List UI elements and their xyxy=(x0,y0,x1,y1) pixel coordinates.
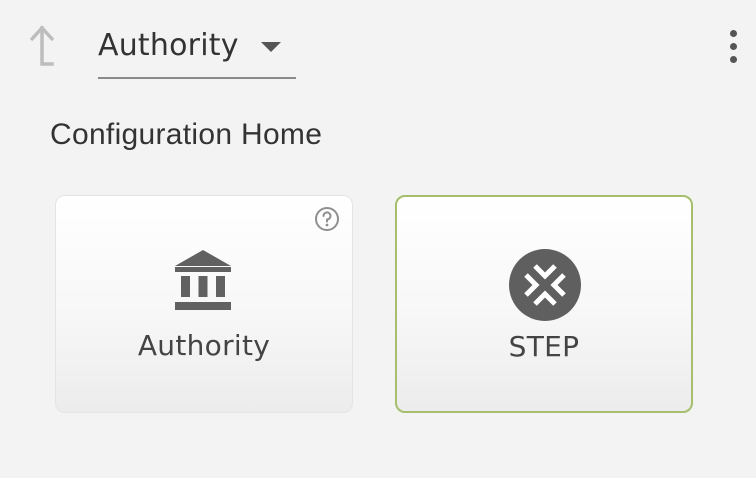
chevron-down-icon xyxy=(261,42,281,52)
help-circle-icon[interactable] xyxy=(314,206,340,232)
up-button[interactable] xyxy=(22,24,62,72)
tile-authority[interactable]: Authority xyxy=(55,195,353,413)
tile-step[interactable]: STEP xyxy=(395,195,693,413)
page-title: Configuration Home xyxy=(50,118,323,151)
tile-label: Authority xyxy=(137,329,271,362)
institution-icon xyxy=(175,250,231,310)
selector-value: Authority xyxy=(98,28,239,63)
app: Authority Configuration Home Authority S… xyxy=(0,0,756,478)
step-logo-icon xyxy=(509,249,581,321)
tile-label: STEP xyxy=(508,330,580,363)
arrow-up-icon xyxy=(29,25,55,66)
more-vertical-icon[interactable] xyxy=(722,28,746,64)
context-selector[interactable]: Authority xyxy=(98,24,296,79)
